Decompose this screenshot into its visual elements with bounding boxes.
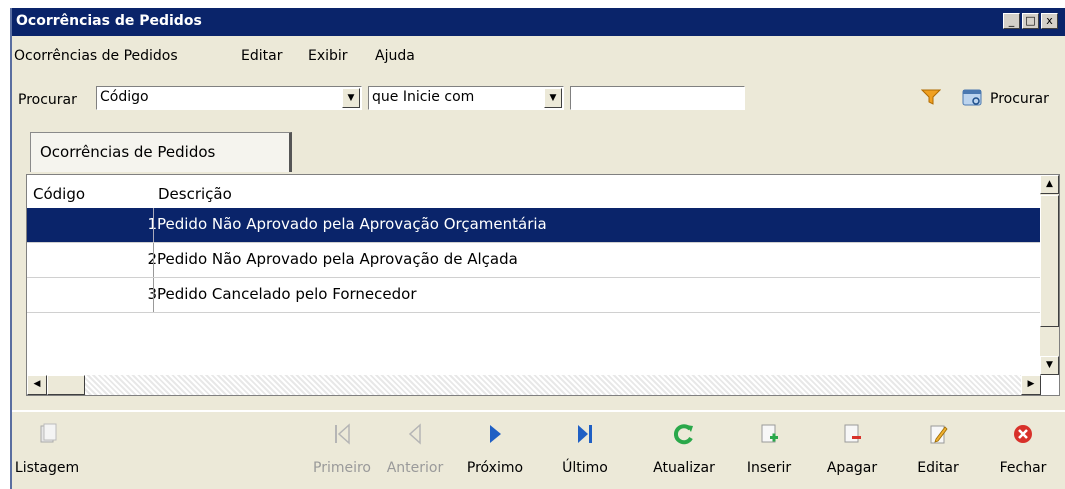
vertical-scrollbar[interactable]: ▲ ▼ <box>1040 175 1059 375</box>
title-bar: Ocorrências de Pedidos _ □ x <box>12 8 1065 36</box>
window-title: Ocorrências de Pedidos <box>16 13 202 29</box>
search-button-label: Procurar <box>990 91 1049 107</box>
atualizar-button[interactable]: Atualizar <box>646 422 722 488</box>
scroll-left-icon[interactable]: ◀ <box>27 375 47 395</box>
list-icon <box>12 422 82 452</box>
menu-ocorrencias[interactable]: Ocorrências de Pedidos <box>14 48 178 64</box>
search-input[interactable] <box>570 86 745 110</box>
inserir-button[interactable]: Inserir <box>739 422 799 488</box>
last-record-icon <box>557 422 613 452</box>
bottom-toolbar: Listagem Primeiro Anterior Próximo Últim <box>12 410 1065 489</box>
anterior-button[interactable]: Anterior <box>379 422 451 488</box>
fechar-label: Fechar <box>999 460 1047 476</box>
filter-icon[interactable] <box>920 88 942 110</box>
chevron-down-icon[interactable]: ▼ <box>544 88 562 108</box>
refresh-icon <box>646 422 722 452</box>
grid-header: Código Descrição <box>27 175 1041 208</box>
atualizar-label: Atualizar <box>653 460 715 476</box>
main-window: Ocorrências de Pedidos _ □ x Ocorrências… <box>10 8 1065 489</box>
minimize-button[interactable]: _ <box>1003 13 1020 29</box>
search-field-value: Código <box>100 89 149 105</box>
horizontal-scrollbar[interactable]: ◀ ▶ <box>27 375 1041 395</box>
edit-icon <box>910 422 966 452</box>
apagar-label: Apagar <box>826 460 878 476</box>
close-icon <box>991 422 1055 452</box>
previous-record-icon <box>379 422 451 452</box>
editar-button[interactable]: Editar <box>910 422 966 488</box>
data-grid: Código Descrição 1 Pedido Não Aprovado p… <box>26 174 1060 396</box>
search-bar: Procurar Código ▼ que Inicie com ▼ Procu… <box>12 84 1065 114</box>
scroll-down-icon[interactable]: ▼ <box>1040 356 1059 375</box>
primeiro-button[interactable]: Primeiro <box>307 422 377 488</box>
scroll-up-icon[interactable]: ▲ <box>1040 175 1059 194</box>
table-row[interactable]: 2 Pedido Não Aprovado pela Aprovação de … <box>27 243 1041 278</box>
horizontal-scroll-thumb[interactable] <box>47 375 85 395</box>
first-record-icon <box>307 422 377 452</box>
apagar-button[interactable]: Apagar <box>822 422 882 488</box>
menu-ajuda[interactable]: Ajuda <box>375 48 415 64</box>
row-description: Pedido Não Aprovado pela Aprovação de Al… <box>157 250 518 268</box>
insert-icon <box>739 422 799 452</box>
editar-label: Editar <box>917 460 959 476</box>
tab-label: Ocorrências de Pedidos <box>40 143 216 161</box>
inserir-label: Inserir <box>746 460 792 476</box>
listagem-label: Listagem <box>14 460 80 476</box>
row-description: Pedido Cancelado pelo Fornecedor <box>157 285 417 303</box>
ultimo-label: Último <box>562 460 608 476</box>
close-window-button[interactable]: x <box>1041 13 1058 29</box>
search-button[interactable]: Procurar <box>958 86 1065 110</box>
search-condition-value: que Inicie com <box>372 89 475 105</box>
delete-icon <box>822 422 882 452</box>
column-header-codigo[interactable]: Código <box>33 185 85 203</box>
row-description: Pedido Não Aprovado pela Aprovação Orçam… <box>157 215 547 233</box>
search-field-select[interactable]: Código ▼ <box>96 86 362 110</box>
table-row[interactable]: 1 Pedido Não Aprovado pela Aprovação Orç… <box>27 208 1041 243</box>
proximo-button[interactable]: Próximo <box>461 422 529 488</box>
table-row[interactable]: 3 Pedido Cancelado pelo Fornecedor <box>27 278 1041 313</box>
anterior-label: Anterior <box>386 460 444 476</box>
scroll-right-icon[interactable]: ▶ <box>1021 375 1041 395</box>
search-icon <box>962 88 984 112</box>
vertical-scroll-thumb[interactable] <box>1040 195 1059 327</box>
menu-exibir[interactable]: Exibir <box>308 48 348 64</box>
tab-ocorrencias[interactable]: Ocorrências de Pedidos <box>30 132 292 172</box>
proximo-label: Próximo <box>466 460 524 476</box>
ultimo-button[interactable]: Último <box>557 422 613 488</box>
chevron-down-icon[interactable]: ▼ <box>342 88 360 108</box>
search-label: Procurar <box>18 92 77 108</box>
menu-editar[interactable]: Editar <box>241 48 282 64</box>
search-condition-select[interactable]: que Inicie com ▼ <box>368 86 564 110</box>
next-record-icon <box>461 422 529 452</box>
column-header-descricao[interactable]: Descrição <box>158 185 232 203</box>
menu-bar: Ocorrências de Pedidos Editar Exibir Aju… <box>12 45 1065 69</box>
maximize-button[interactable]: □ <box>1022 13 1039 29</box>
primeiro-label: Primeiro <box>313 460 371 476</box>
fechar-button[interactable]: Fechar <box>991 422 1055 488</box>
listagem-button[interactable]: Listagem <box>12 422 82 488</box>
